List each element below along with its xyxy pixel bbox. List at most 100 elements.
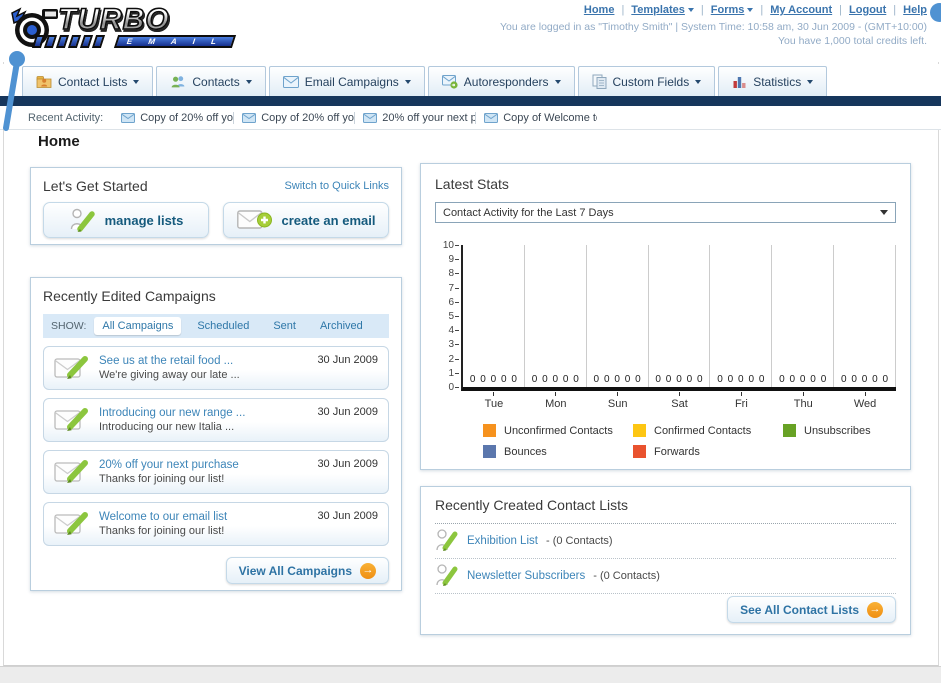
data-value-label: 0 [480, 374, 486, 385]
x-axis-tick-label: Sat [649, 392, 711, 410]
campaign-list-item[interactable]: Welcome to our email list Thanks for joi… [43, 502, 389, 546]
data-value-label: 0 [665, 374, 672, 385]
campaign-title-link[interactable]: See us at the retail food ... [99, 354, 317, 368]
envelope-pencil-icon [54, 356, 88, 379]
see-all-contact-lists-button[interactable]: See All Contact Lists → [727, 596, 896, 623]
recent-activity-item[interactable]: Copy of Welcome to [484, 112, 597, 124]
manage-lists-button[interactable]: manage lists [43, 202, 209, 238]
nav-tab-custom-fields[interactable]: Custom Fields [577, 66, 716, 96]
turbo-email-logo[interactable]: TURBO E M A I L [6, 2, 241, 57]
data-value-label: 0 [676, 374, 682, 385]
chevron-down-icon [687, 8, 694, 12]
chart-day-group: 00000 [463, 245, 525, 387]
data-value-labels: 00000 [527, 374, 584, 385]
data-value-label: 0 [748, 374, 754, 385]
y-axis-tick-label: 3 [448, 339, 454, 351]
contact-list-link[interactable]: Exhibition List [467, 535, 538, 547]
footer-bar [0, 666, 941, 683]
filter-tab-sent[interactable]: Sent [265, 317, 304, 335]
data-value-label: 0 [851, 374, 857, 385]
contact-lists-icon [36, 76, 52, 88]
data-value-label: 0 [593, 374, 600, 385]
nav-tab-label: Email Campaigns [304, 74, 399, 89]
panel-title: Latest Stats [435, 176, 509, 192]
topnav-logout-link[interactable]: Logout [849, 4, 886, 16]
recent-activity-item[interactable]: Copy of 20% off yo [121, 111, 235, 124]
nav-tab-statistics[interactable]: Statistics [718, 66, 828, 96]
chart-day-group: 00000 [772, 245, 835, 387]
nav-tab-contact-lists[interactable]: Contact Lists [22, 66, 154, 96]
data-value-label: 0 [655, 374, 661, 385]
data-value-label: 0 [552, 374, 559, 385]
data-value-label: 0 [727, 374, 734, 385]
chart-day-group: 00000 [649, 245, 711, 387]
campaign-title-link[interactable]: Introducing our new range ... [99, 406, 317, 420]
legend-label: Confirmed Contacts [654, 424, 752, 437]
legend-item: Unconfirmed Contacts [483, 424, 633, 437]
envelope-plus-icon [236, 210, 272, 229]
contact-list-row[interactable]: Exhibition List - (0 Contacts) [435, 524, 896, 559]
button-label: See All Contact Lists [740, 602, 859, 617]
recent-activity-item[interactable]: 20% off your next p [363, 111, 477, 124]
recent-activity-item[interactable]: Copy of 20% off yo [242, 111, 356, 124]
topnav-help-link[interactable]: Help [903, 4, 927, 16]
contact-list-link[interactable]: Newsletter Subscribers [467, 570, 585, 582]
campaign-title-link[interactable]: 20% off your next purchase [99, 458, 317, 472]
button-label: create an email [281, 212, 376, 228]
topnav-forms-link[interactable]: Forms [711, 4, 754, 16]
x-axis-tick-label: Fri [710, 392, 772, 410]
y-axis-tick [455, 287, 459, 289]
page-title: Home [38, 133, 80, 150]
legend-label: Forwards [654, 445, 700, 458]
autoresponders-icon [441, 74, 458, 89]
y-axis-tick-label: 0 [448, 382, 454, 393]
filter-tab-all-campaigns[interactable]: All Campaigns [94, 317, 182, 335]
topnav-home-link[interactable]: Home [584, 4, 615, 16]
contact-list-count: - (0 Contacts) [545, 535, 613, 547]
nav-tab-contacts[interactable]: Contacts [156, 66, 266, 96]
data-value-label: 0 [810, 374, 816, 385]
chevron-down-icon [404, 79, 411, 84]
data-value-label: 0 [686, 374, 693, 385]
stats-period-select[interactable]: Contact Activity for the Last 7 Days [435, 202, 896, 223]
logo-title: TURBO [57, 2, 170, 37]
chart-day-group: 00000 [525, 245, 587, 387]
envelope-pencil-icon [54, 512, 88, 535]
topnav-my-account-link[interactable]: My Account [770, 4, 832, 16]
y-axis-tick-label: 2 [448, 353, 454, 365]
select-value: Contact Activity for the Last 7 Days [443, 206, 614, 219]
data-value-label: 0 [635, 374, 641, 385]
filter-tab-scheduled[interactable]: Scheduled [189, 317, 257, 335]
logo-subtitle: E M A I L [113, 35, 237, 48]
chevron-down-icon [695, 79, 702, 84]
campaign-list-item[interactable]: Introducing our new range ... Introducin… [43, 398, 389, 442]
nav-tab-autoresponders[interactable]: Autoresponders [427, 66, 575, 96]
filter-tab-archived[interactable]: Archived [312, 317, 371, 335]
separator: | [760, 4, 764, 16]
separator: | [839, 4, 843, 16]
recently-created-contact-lists-panel: Recently Created Contact Lists Exhibitio… [420, 486, 911, 635]
contact-list-row[interactable]: Newsletter Subscribers - (0 Contacts) [435, 559, 896, 594]
data-value-label: 0 [872, 374, 878, 385]
envelope-icon [242, 112, 257, 123]
data-value-label: 0 [614, 374, 620, 385]
chart-plot-area: 00000000000000000000000000000000000 [461, 245, 897, 391]
data-value-labels: 00000 [465, 374, 522, 385]
chevron-down-icon [245, 79, 252, 84]
campaign-list-item[interactable]: See us at the retail food ... We're givi… [43, 346, 389, 390]
chevron-down-icon [880, 210, 888, 215]
view-all-campaigns-button[interactable]: View All Campaigns → [225, 557, 389, 584]
nav-tab-email-campaigns[interactable]: Email Campaigns [268, 66, 425, 96]
switch-to-quick-links-link[interactable]: Switch to Quick Links [284, 180, 389, 192]
chart-x-axis: Tue Mon Sun Sat Fri Thu Wed [463, 392, 896, 410]
create-an-email-button[interactable]: create an email [223, 202, 389, 238]
campaign-subtitle: Thanks for joining our list! [99, 473, 225, 485]
y-axis-tick [455, 245, 459, 246]
separator: | [893, 4, 897, 16]
campaign-list-item[interactable]: 20% off your next purchase Thanks for jo… [43, 450, 389, 494]
campaign-subtitle: Thanks for joining our list! [99, 525, 225, 537]
campaign-title-link[interactable]: Welcome to our email list [99, 510, 317, 524]
data-value-label: 0 [511, 374, 517, 385]
legend-item: Bounces [483, 445, 633, 458]
topnav-templates-link[interactable]: Templates [631, 4, 694, 16]
